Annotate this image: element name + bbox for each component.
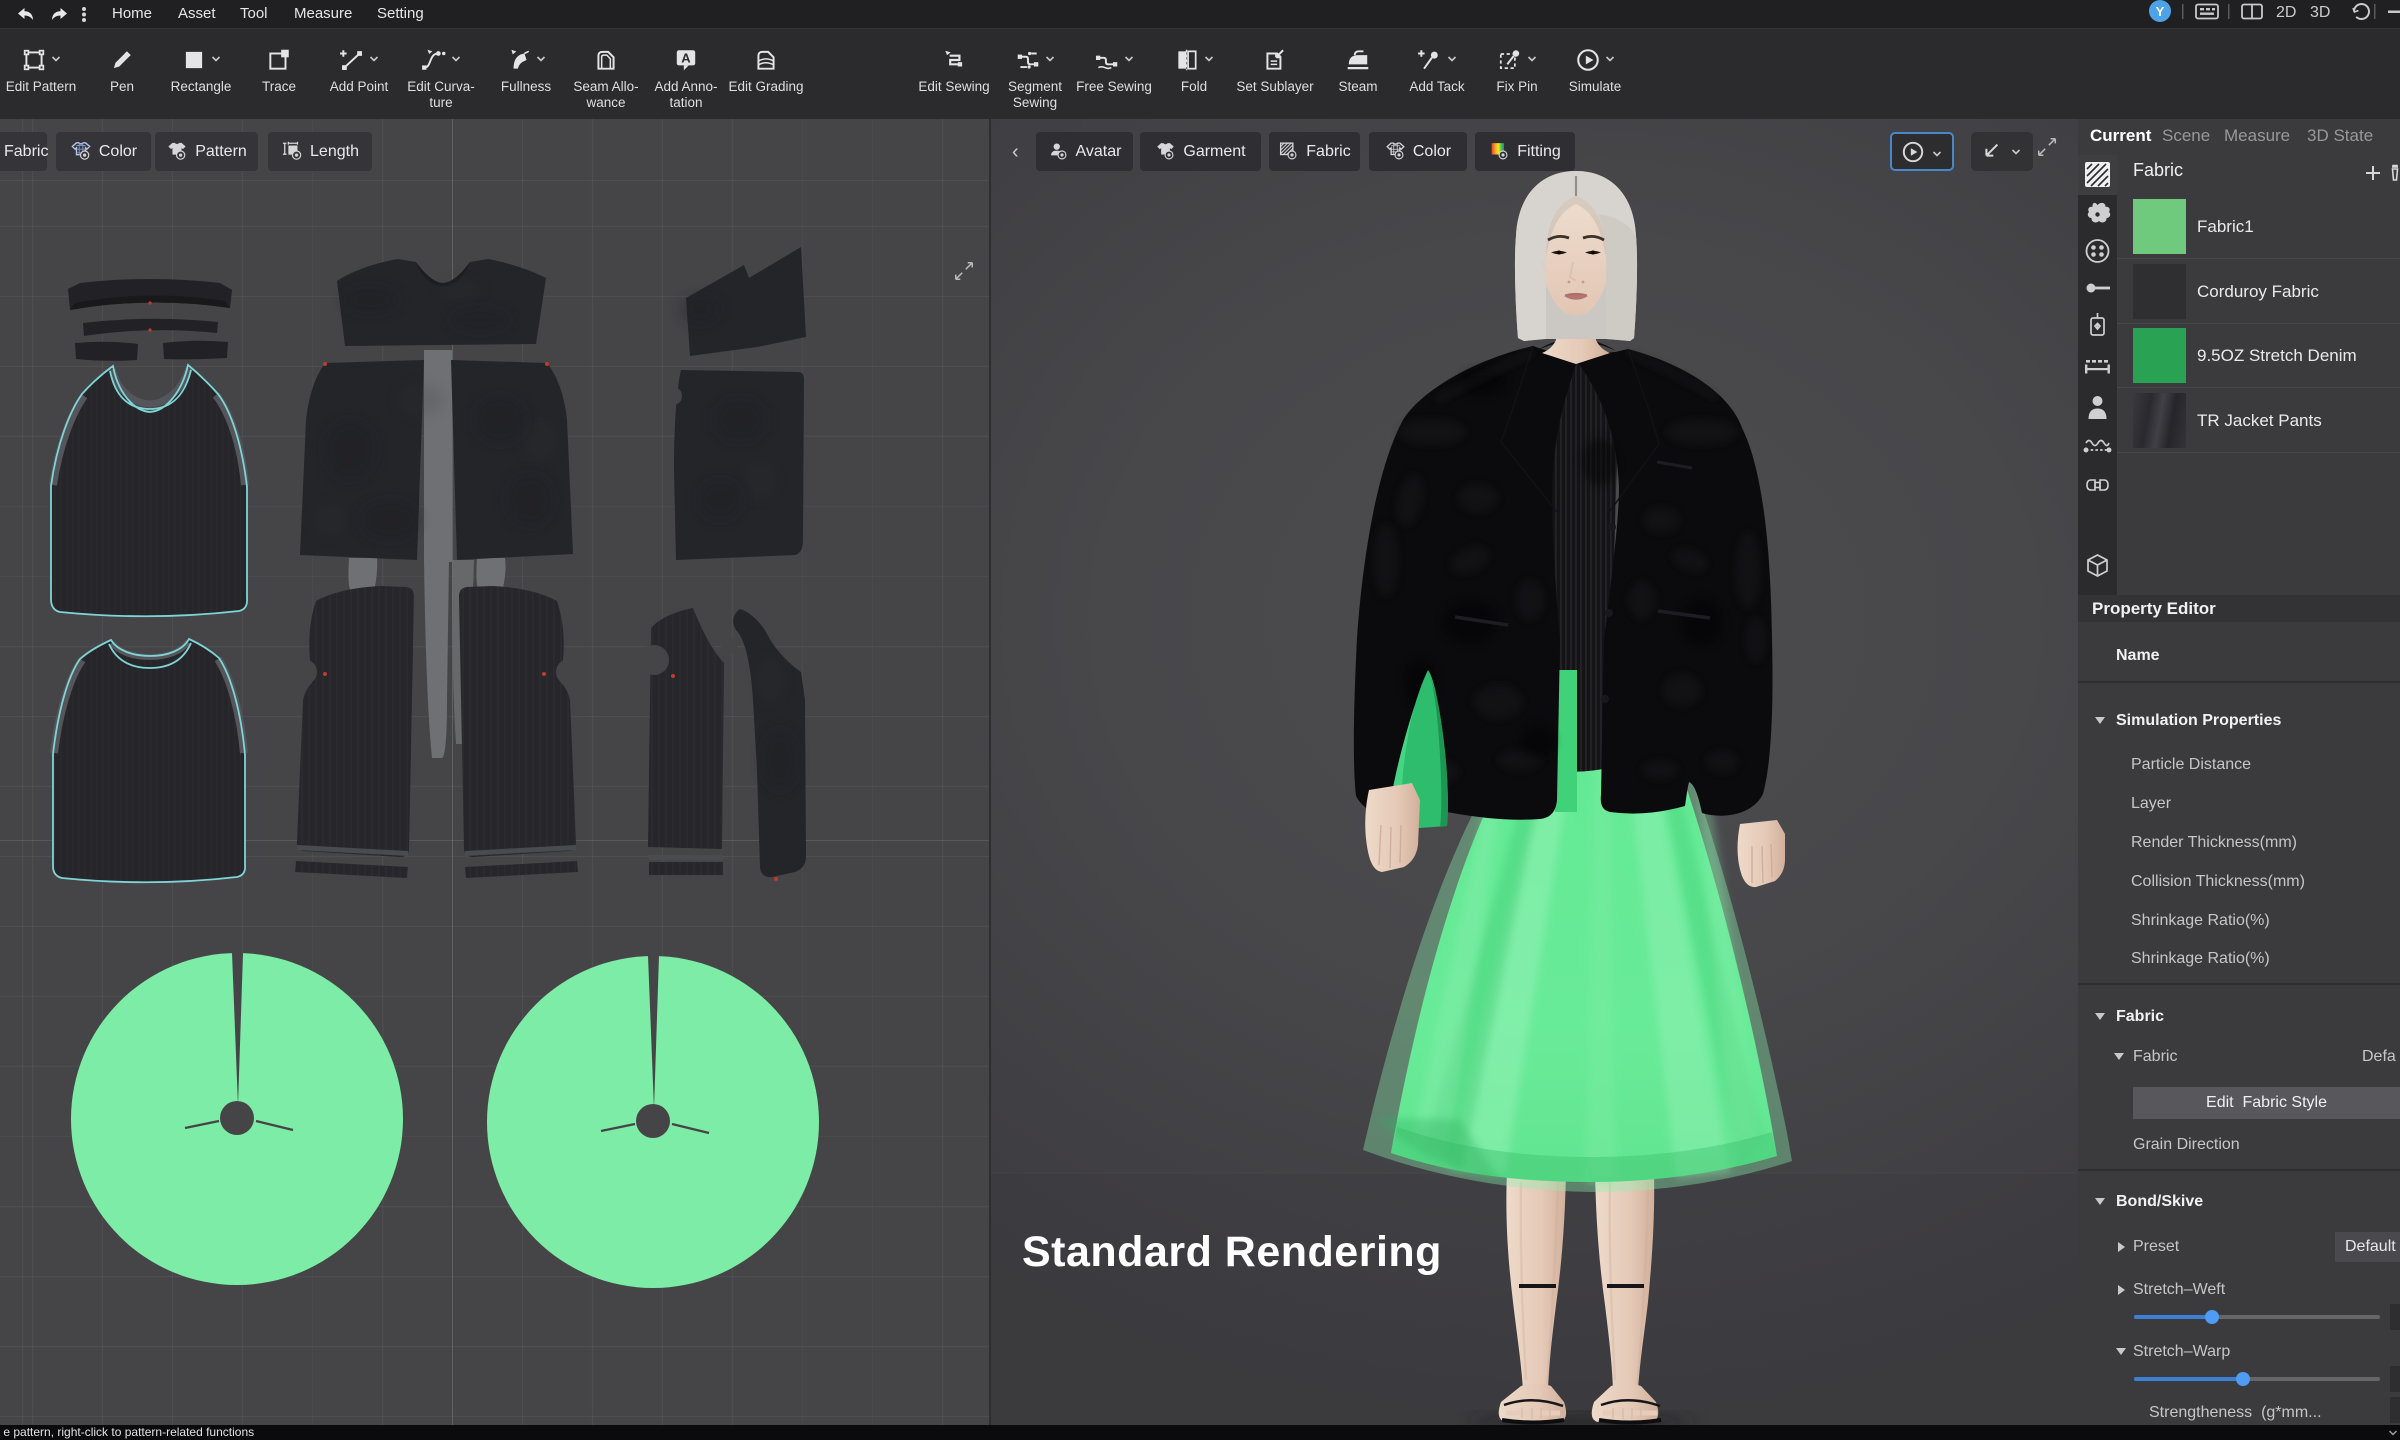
svg-text:Y: Y — [2156, 4, 2165, 19]
svg-text:3D: 3D — [2310, 4, 2330, 21]
svg-text:2D: 2D — [2276, 4, 2296, 21]
svg-text:A: A — [681, 51, 691, 66]
